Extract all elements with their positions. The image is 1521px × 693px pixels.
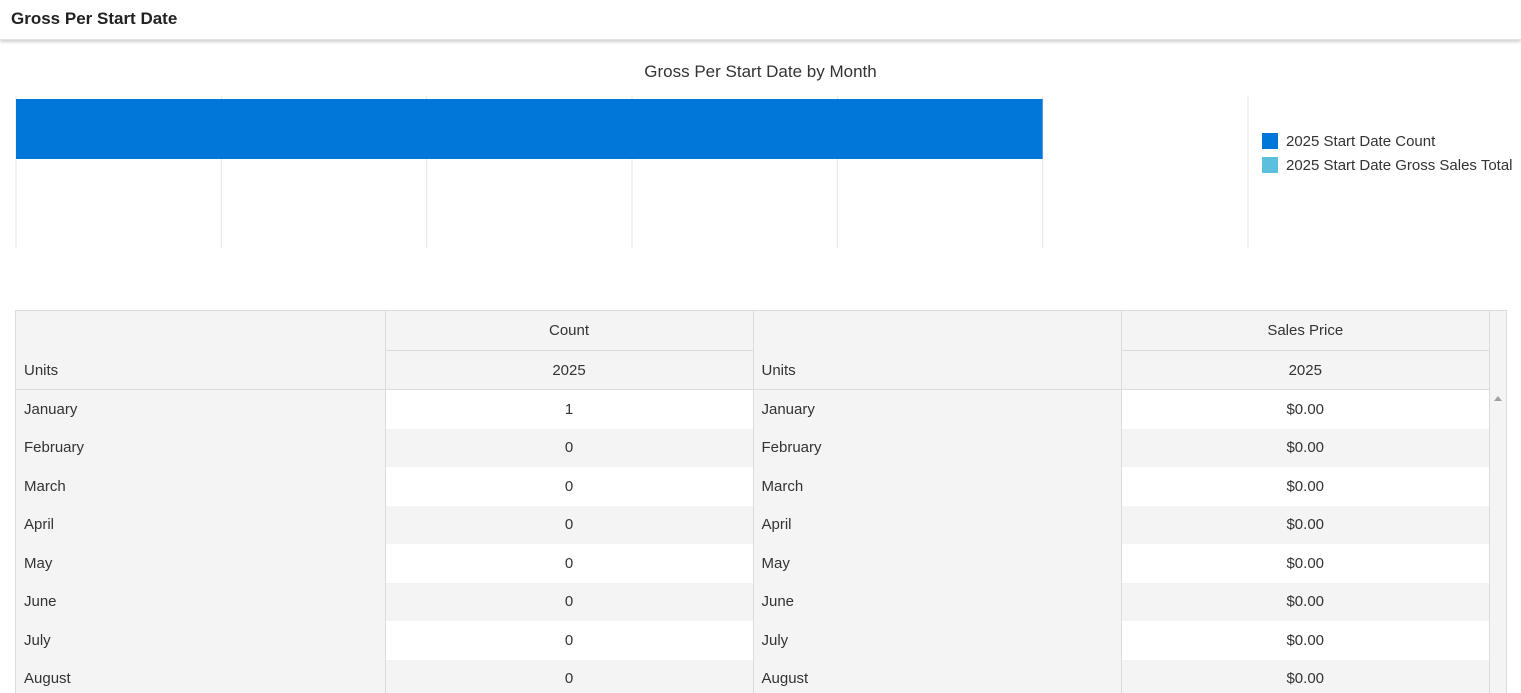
sales-cell: $0.00 [1121,544,1489,583]
month-cell: July [16,621,385,660]
month-cell: August [16,660,385,693]
count-cell: 0 [385,429,753,468]
sales-cell: $0.00 [1121,467,1489,506]
sales-cell: $0.00 [1121,506,1489,545]
month-cell: March [753,467,1121,506]
count-year-header[interactable]: 2025 [385,351,753,390]
chart-title: Gross Per Start Date by Month [0,62,1521,82]
sales-cell: $0.00 [1121,660,1489,693]
count-cell: 0 [385,506,753,545]
sales-cell: $0.00 [1121,390,1489,429]
sales-cell: $0.00 [1121,583,1489,622]
month-cell: January [753,390,1121,429]
table-row: July 0 July $0.00 [16,621,1489,660]
table-row: August 0 August $0.00 [16,660,1489,693]
sales-cell: $0.00 [1121,621,1489,660]
month-cell: June [753,583,1121,622]
month-cell: January [16,390,385,429]
vertical-scrollbar[interactable] [1489,311,1506,693]
month-cell: April [753,506,1121,545]
data-table: Units Count Units Sales Price 2025 2025 … [16,311,1489,693]
page-header: Gross Per Start Date [0,0,1521,40]
table-row: April 0 April $0.00 [16,506,1489,545]
page-title: Gross Per Start Date [11,9,177,29]
legend-swatch-gross [1262,157,1278,173]
month-cell: August [753,660,1121,693]
legend-swatch-count [1262,133,1278,149]
chart-legend: 2025 Start Date Count 2025 Start Date Gr… [1262,129,1513,177]
month-cell: March [16,467,385,506]
table-row: January 1 January $0.00 [16,390,1489,429]
table-row: June 0 June $0.00 [16,583,1489,622]
count-cell: 1 [385,390,753,429]
count-cell: 0 [385,583,753,622]
bar-january-series-0[interactable] [16,99,1043,159]
sales-year-header[interactable]: 2025 [1121,351,1489,390]
data-grid: Units Count Units Sales Price 2025 2025 … [15,310,1507,693]
count-cell: 0 [385,660,753,693]
count-header[interactable]: Count [385,311,753,351]
count-cell: 0 [385,467,753,506]
month-cell: May [753,544,1121,583]
month-cell: June [16,583,385,622]
month-cell: April [16,506,385,545]
bar-chart [0,92,1250,252]
scroll-up-icon[interactable] [1494,396,1502,401]
month-cell: May [16,544,385,583]
sales-cell: $0.00 [1121,429,1489,468]
legend-item-gross[interactable]: 2025 Start Date Gross Sales Total [1262,153,1513,177]
sales-price-header[interactable]: Sales Price [1121,311,1489,351]
month-cell: February [16,429,385,468]
legend-label-gross: 2025 Start Date Gross Sales Total [1286,157,1513,174]
legend-item-count[interactable]: 2025 Start Date Count [1262,129,1513,153]
units-header-left: Units [16,311,385,390]
count-cell: 0 [385,544,753,583]
count-cell: 0 [385,621,753,660]
table-row: February 0 February $0.00 [16,429,1489,468]
table-row: May 0 May $0.00 [16,544,1489,583]
table-row: March 0 March $0.00 [16,467,1489,506]
month-cell: February [753,429,1121,468]
legend-label-count: 2025 Start Date Count [1286,133,1435,150]
month-cell: July [753,621,1121,660]
units-header-right: Units [753,311,1121,390]
